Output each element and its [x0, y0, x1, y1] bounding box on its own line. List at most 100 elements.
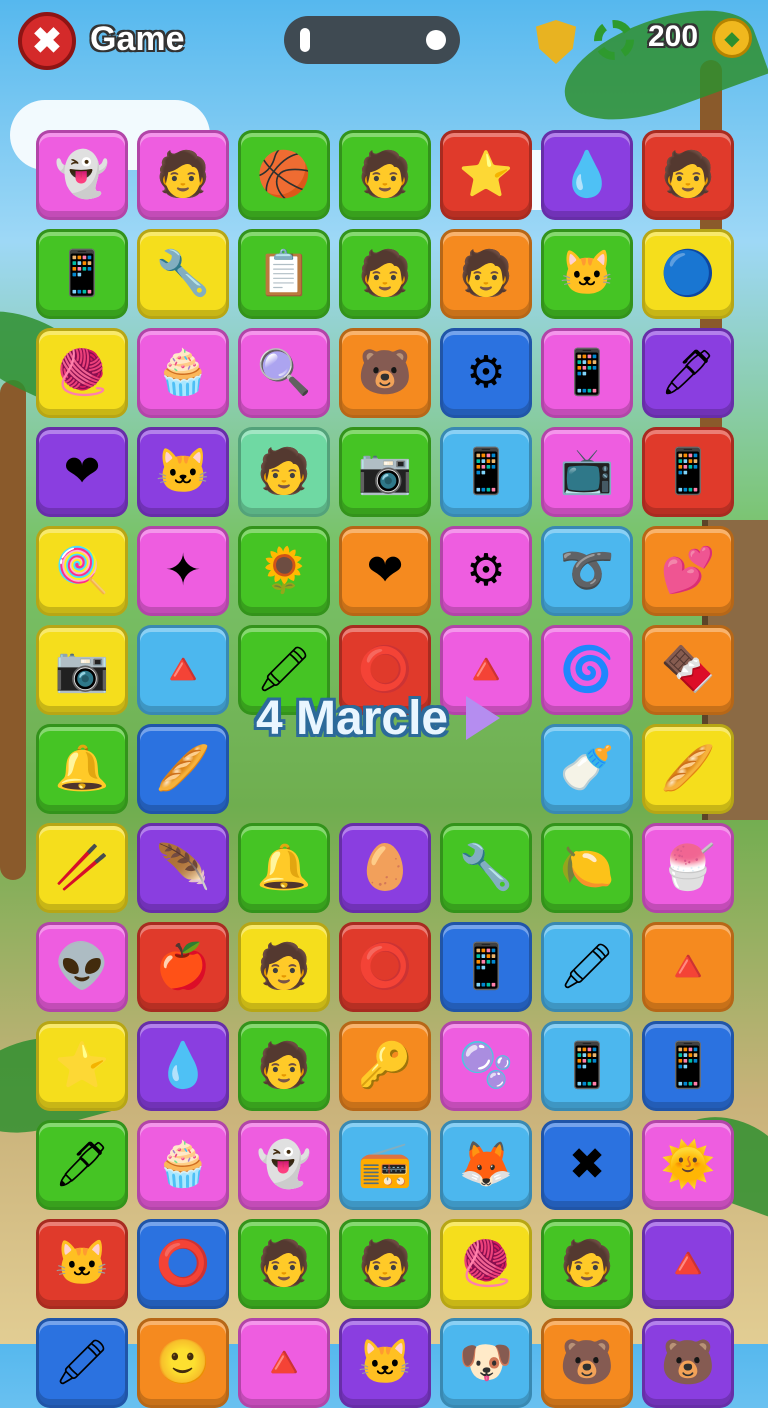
board-tile[interactable]: 🐻: [541, 1318, 633, 1408]
board-tile[interactable]: ⭕: [137, 1219, 229, 1309]
board-tile[interactable]: 🐻: [339, 328, 431, 418]
board-tile[interactable]: 🔵: [642, 229, 734, 319]
board-tile[interactable]: ✦: [137, 526, 229, 616]
board-tile[interactable]: 🐻: [642, 1318, 734, 1408]
play-arrow-icon[interactable]: [466, 696, 501, 740]
board-tile[interactable]: 🐱: [339, 1318, 431, 1408]
board-tile[interactable]: 🪶: [137, 823, 229, 913]
board-tile[interactable]: ⚙: [440, 526, 532, 616]
board-tile[interactable]: 🐱: [541, 229, 633, 319]
tile-icon: 👻: [54, 150, 110, 199]
board-tile[interactable]: 🖊: [36, 1120, 128, 1210]
board-tile[interactable]: 🔺: [642, 1219, 734, 1309]
board-tile[interactable]: 📷: [36, 625, 128, 715]
banner-text: 4 Marcle: [256, 691, 449, 745]
board-tile[interactable]: 🌻: [238, 526, 330, 616]
tile-icon: 🧑: [357, 1239, 413, 1288]
board-tile[interactable]: 🧶: [440, 1219, 532, 1309]
board-tile[interactable]: 📻: [339, 1120, 431, 1210]
board-tile[interactable]: ⭐: [440, 130, 532, 220]
board-tile[interactable]: ❤: [36, 427, 128, 517]
board-tile[interactable]: 🔺: [238, 1318, 330, 1408]
board-tile[interactable]: 🔑: [339, 1021, 431, 1111]
board-tile[interactable]: 📱: [541, 1021, 633, 1111]
board-tile[interactable]: 🧑: [238, 1219, 330, 1309]
board-tile[interactable]: 🍭: [36, 526, 128, 616]
board-tile[interactable]: 🦊: [440, 1120, 532, 1210]
board-tile[interactable]: 🧑: [541, 1219, 633, 1309]
board-tile[interactable]: 💧: [137, 1021, 229, 1111]
board-tile[interactable]: ⭕: [339, 922, 431, 1012]
board-tile[interactable]: 🧑: [642, 130, 734, 220]
board-tile[interactable]: 🧁: [137, 328, 229, 418]
board-tile[interactable]: 🏀: [238, 130, 330, 220]
coin-icon[interactable]: ◆: [712, 18, 752, 58]
board-tile[interactable]: ❤: [339, 526, 431, 616]
board-tile[interactable]: 🌀: [541, 625, 633, 715]
board-tile[interactable]: 🧑: [440, 229, 532, 319]
board-tile[interactable]: 🖊: [642, 328, 734, 418]
board-tile[interactable]: 📱: [440, 922, 532, 1012]
board-tile[interactable]: 🔺: [137, 625, 229, 715]
settings-gear-icon[interactable]: [594, 20, 634, 60]
tile-icon: 🧶: [54, 348, 110, 397]
board-tile[interactable]: 🧑: [339, 1219, 431, 1309]
board-tile[interactable]: 🍫: [642, 625, 734, 715]
board-tile[interactable]: 🧑: [238, 1021, 330, 1111]
board-tile[interactable]: 📱: [440, 427, 532, 517]
board-tile[interactable]: ➰: [541, 526, 633, 616]
board-tile[interactable]: 👻: [238, 1120, 330, 1210]
board-tile[interactable]: 📱: [36, 229, 128, 319]
board-tile[interactable]: 📷: [339, 427, 431, 517]
tile-icon: 🐶: [458, 1338, 514, 1387]
board-tile[interactable]: 🧑: [238, 922, 330, 1012]
board-tile[interactable]: 🐱: [137, 427, 229, 517]
board-tile[interactable]: 🔧: [137, 229, 229, 319]
board-tile[interactable]: 🍋: [541, 823, 633, 913]
tile-icon: 🔵: [660, 249, 716, 298]
board-tile[interactable]: ⚙: [440, 328, 532, 418]
board-tile[interactable]: 🥚: [339, 823, 431, 913]
board-tile[interactable]: 🖍: [541, 922, 633, 1012]
board-tile[interactable]: 🍎: [137, 922, 229, 1012]
board-tile[interactable]: 👽: [36, 922, 128, 1012]
board-tile[interactable]: 👻: [36, 130, 128, 220]
tile-icon: 🖍: [559, 942, 615, 991]
board-tile[interactable]: 💕: [642, 526, 734, 616]
shield-icon[interactable]: [536, 20, 576, 64]
board-tile[interactable]: 📋: [238, 229, 330, 319]
board-tile[interactable]: 🔧: [440, 823, 532, 913]
close-button[interactable]: ✖: [18, 12, 76, 70]
board-tile[interactable]: 🫧: [440, 1021, 532, 1111]
board-tile[interactable]: 🔍: [238, 328, 330, 418]
board-tile[interactable]: 🔺: [642, 922, 734, 1012]
board-tile[interactable]: 🍼: [541, 724, 633, 814]
board-tile[interactable]: 🥖: [137, 724, 229, 814]
board-tile[interactable]: 🥖: [642, 724, 734, 814]
board-tile[interactable]: 📱: [642, 1021, 734, 1111]
board-tile[interactable]: ⭐: [36, 1021, 128, 1111]
board-tile[interactable]: 🧑: [339, 229, 431, 319]
board-tile[interactable]: 📱: [541, 328, 633, 418]
board-tile[interactable]: ✖: [541, 1120, 633, 1210]
board-tile[interactable]: 🔔: [36, 724, 128, 814]
board-tile[interactable]: 🙂: [137, 1318, 229, 1408]
board-tile[interactable]: 🧑: [238, 427, 330, 517]
board-tile[interactable]: 🖍: [36, 1318, 128, 1408]
board-tile[interactable]: 📱: [642, 427, 734, 517]
board-tile[interactable]: 💧: [541, 130, 633, 220]
board-tile[interactable]: 🧑: [137, 130, 229, 220]
tile-icon: 🍋: [559, 843, 615, 892]
tile-icon: 🔺: [256, 1338, 312, 1387]
board-tile[interactable]: 📺: [541, 427, 633, 517]
board-tile[interactable]: 🧑: [339, 130, 431, 220]
board-tile[interactable]: 🧁: [137, 1120, 229, 1210]
board-tile[interactable]: 🥢: [36, 823, 128, 913]
board-tile[interactable]: 🐶: [440, 1318, 532, 1408]
board-tile[interactable]: 🐱: [36, 1219, 128, 1309]
tile-icon: 🍼: [559, 744, 615, 793]
board-tile[interactable]: 🍧: [642, 823, 734, 913]
board-tile[interactable]: 🔔: [238, 823, 330, 913]
board-tile[interactable]: 🌞: [642, 1120, 734, 1210]
board-tile[interactable]: 🧶: [36, 328, 128, 418]
